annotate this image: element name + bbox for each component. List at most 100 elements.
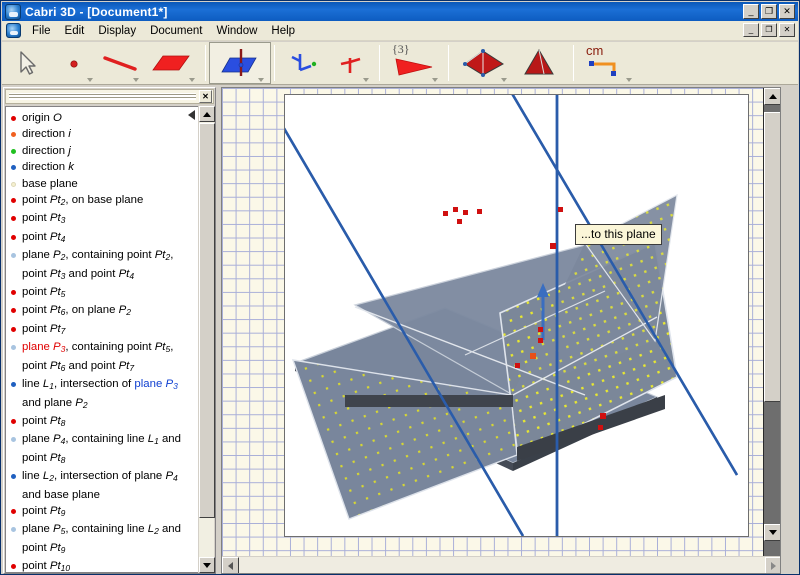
- description-panel-scrollbar[interactable]: [198, 106, 214, 573]
- point-tool-button[interactable]: [51, 43, 97, 83]
- chevron-down-icon[interactable]: [133, 78, 139, 82]
- list-item-label: point Pt9: [22, 503, 196, 521]
- list-item-label: point Pt6, on plane P2: [22, 302, 196, 320]
- red-point-icon: [61, 48, 87, 78]
- list-item[interactable]: direction k: [9, 159, 196, 175]
- list-item[interactable]: point Pt3: [9, 210, 196, 228]
- point-marker: [538, 327, 543, 332]
- menu-item-display[interactable]: Display: [91, 23, 143, 39]
- cabri3d-window: Cabri 3D - [Document1*] _ ❐ ✕ File Edit …: [0, 0, 800, 575]
- list-item[interactable]: point Pt10: [9, 558, 196, 573]
- window-maximize-button[interactable]: ❐: [761, 4, 777, 19]
- arrow-cursor-icon: [15, 48, 41, 78]
- list-item[interactable]: plane P5, containing line L2 and point P…: [9, 521, 196, 558]
- document-icon: [6, 23, 21, 38]
- plane-tool-button[interactable]: [143, 43, 199, 83]
- list-item[interactable]: base plane: [9, 176, 196, 192]
- window-minimize-button[interactable]: _: [743, 4, 759, 19]
- description-list[interactable]: origin Odirection idirection jdirection …: [5, 106, 199, 573]
- doc-scroll-right-button[interactable]: [765, 557, 781, 574]
- menu-item-file[interactable]: File: [25, 23, 58, 39]
- menu-item-window[interactable]: Window: [210, 23, 265, 39]
- pyramid-tool-button[interactable]: [511, 43, 567, 83]
- panel-grip-icon[interactable]: [9, 93, 196, 100]
- point-marker: [530, 353, 536, 359]
- pointer-tool-button[interactable]: [5, 43, 51, 83]
- list-item[interactable]: plane P3, containing point Pt5, point Pt…: [9, 339, 196, 376]
- point-marker: [443, 211, 448, 216]
- list-item[interactable]: line L1, intersection of plane P3 and pl…: [9, 376, 196, 413]
- list-item[interactable]: plane P2, containing point Pt2, point Pt…: [9, 247, 196, 284]
- document-horizontal-scrollbar[interactable]: [222, 556, 781, 573]
- toolbar-separator: [274, 45, 275, 81]
- blue-plane-axis-icon: [216, 46, 264, 80]
- list-item-bullet-icon: [11, 468, 22, 503]
- line-tool-button[interactable]: [97, 43, 143, 83]
- window-title: Cabri 3D - [Document1*]: [25, 5, 168, 19]
- list-item-label: point Pt5: [22, 284, 196, 302]
- panel-close-button[interactable]: ✕: [199, 90, 212, 103]
- chevron-down-icon[interactable]: [87, 78, 93, 82]
- list-item[interactable]: point Pt2, on base plane: [9, 192, 196, 210]
- list-item[interactable]: line L2, intersection of plane P4 and ba…: [9, 468, 196, 503]
- reflection-tool-button[interactable]: [327, 43, 373, 83]
- menu-item-edit[interactable]: Edit: [58, 23, 92, 39]
- list-item[interactable]: plane P4, containing line L1 and point P…: [9, 431, 196, 468]
- 3d-scene-canvas[interactable]: ...to this plane: [284, 94, 749, 537]
- mdi-restore-button[interactable]: ❐: [761, 23, 777, 37]
- mdi-minimize-button[interactable]: _: [743, 23, 759, 37]
- list-item[interactable]: point Pt6, on plane P2: [9, 302, 196, 320]
- perpendicular-plane-tool-button[interactable]: [212, 43, 268, 83]
- list-item[interactable]: point Pt9: [9, 503, 196, 521]
- list-item[interactable]: direction i: [9, 126, 196, 142]
- tetrahedron-tool-button[interactable]: [455, 43, 511, 83]
- document-scrollbar-thumb[interactable]: [764, 112, 781, 402]
- list-item-bullet-icon: [11, 247, 22, 284]
- chevron-down-icon[interactable]: [432, 78, 438, 82]
- vector-tool-button[interactable]: [281, 43, 327, 83]
- menu-item-document[interactable]: Document: [143, 23, 209, 39]
- list-item-bullet-icon: [11, 126, 22, 142]
- scroll-up-button[interactable]: [199, 106, 215, 122]
- window-close-button[interactable]: ✕: [779, 4, 795, 19]
- description-panel-header[interactable]: ✕: [5, 89, 214, 104]
- list-item[interactable]: direction j: [9, 143, 196, 159]
- list-item[interactable]: origin O: [9, 110, 196, 126]
- list-item-bullet-icon: [11, 558, 22, 573]
- polygon-count-label: {3}: [392, 42, 410, 57]
- mdi-close-button[interactable]: ✕: [779, 23, 795, 37]
- point-marker: [600, 413, 606, 419]
- list-item[interactable]: point Pt8: [9, 413, 196, 431]
- list-item[interactable]: point Pt7: [9, 321, 196, 339]
- description-panel: ✕ origin Odirection idirection jdirectio…: [3, 87, 216, 574]
- menu-item-help[interactable]: Help: [264, 23, 302, 39]
- list-item-label: point Pt2, on base plane: [22, 192, 196, 210]
- chevron-down-icon[interactable]: [363, 78, 369, 82]
- list-item[interactable]: point Pt4: [9, 229, 196, 247]
- triangle-up-icon: [203, 112, 211, 117]
- list-item-label: point Pt8: [22, 413, 196, 431]
- toolbar-group-polygons: {3}: [383, 42, 445, 84]
- red-plane-icon: [149, 48, 193, 78]
- scrollbar-thumb[interactable]: [199, 123, 215, 518]
- distance-tool-button[interactable]: cm: [580, 43, 636, 83]
- list-item-label: direction i: [22, 126, 196, 142]
- chevron-down-icon[interactable]: [501, 78, 507, 82]
- point-marker: [558, 207, 563, 212]
- chevron-down-icon[interactable]: [258, 78, 264, 82]
- doc-scroll-left-button[interactable]: [222, 557, 239, 574]
- toolbar-separator: [573, 45, 574, 81]
- chevron-down-icon[interactable]: [626, 78, 632, 82]
- triangle-tool-button[interactable]: {3}: [386, 43, 442, 83]
- document-vertical-scrollbar[interactable]: [763, 88, 780, 558]
- triangle-up-icon: [769, 94, 777, 99]
- list-item[interactable]: point Pt5: [9, 284, 196, 302]
- doc-scroll-up-button[interactable]: [764, 88, 781, 105]
- scroll-down-button[interactable]: [199, 557, 215, 573]
- 3d-scene-graphics: [285, 95, 748, 536]
- chevron-down-icon[interactable]: [189, 78, 195, 82]
- toolbar-group-transformations: [278, 42, 376, 84]
- 3d-document-view[interactable]: ...to this plane: [221, 87, 781, 574]
- doc-scroll-down-button[interactable]: [764, 524, 781, 541]
- selection-marker-icon: [188, 110, 195, 120]
